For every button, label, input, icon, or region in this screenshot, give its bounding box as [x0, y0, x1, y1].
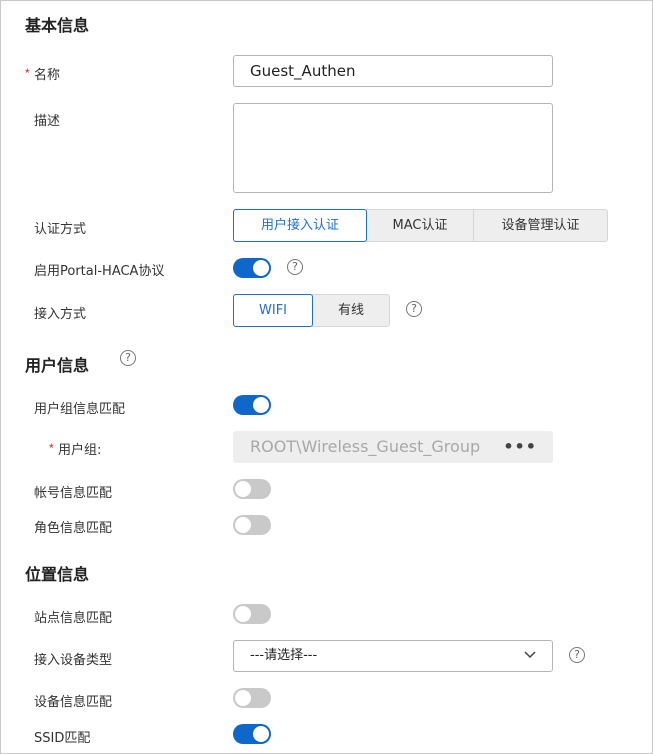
section-title-user: 用户信息	[25, 356, 90, 375]
device-type-select[interactable]: ---请选择---	[233, 640, 553, 672]
auth-option-mac[interactable]: MAC认证	[366, 209, 474, 242]
section-title-location: 位置信息	[25, 565, 90, 584]
device-type-label: 接入设备类型	[34, 653, 113, 668]
portal-haca-toggle[interactable]	[233, 258, 271, 278]
ssid-match-label: SSID匹配	[34, 731, 91, 746]
question-circle-icon[interactable]: ?	[406, 301, 422, 317]
device-type-value: ---请选择---	[250, 648, 318, 663]
required-marker: *	[25, 66, 30, 80]
description-textarea[interactable]	[233, 103, 553, 193]
ssid-match-toggle[interactable]	[233, 724, 271, 744]
group-match-label: 用户组信息匹配	[34, 402, 126, 417]
user-group-label: 用户组:	[58, 443, 102, 458]
group-match-toggle[interactable]	[233, 395, 271, 415]
device-match-label: 设备信息匹配	[34, 695, 113, 710]
account-match-label: 帐号信息匹配	[34, 486, 113, 501]
device-match-toggle[interactable]	[233, 688, 271, 708]
access-method-segmented: WIFI 有线	[233, 294, 390, 327]
account-match-toggle[interactable]	[233, 479, 271, 499]
description-label: 描述	[34, 114, 61, 129]
name-input[interactable]: Guest_Authen	[233, 55, 553, 87]
auth-method-label: 认证方式	[34, 222, 87, 237]
auth-option-device-mgmt[interactable]: 设备管理认证	[473, 209, 608, 242]
auth-option-user-access[interactable]: 用户接入认证	[233, 209, 367, 242]
access-method-label: 接入方式	[34, 307, 87, 322]
form-panel: 基本信息 * 名称 Guest_Authen 描述 认证方式 用户接入认证 MA…	[0, 0, 653, 754]
access-option-wifi[interactable]: WIFI	[233, 294, 313, 327]
name-label: 名称	[34, 68, 61, 83]
user-group-value: ROOT\Wireless_Guest_Group	[250, 437, 481, 456]
access-option-wired[interactable]: 有线	[312, 294, 390, 327]
chevron-down-icon	[524, 651, 536, 659]
site-match-label: 站点信息匹配	[34, 611, 113, 626]
question-circle-icon[interactable]: ?	[120, 350, 136, 366]
question-circle-icon[interactable]: ?	[287, 259, 303, 275]
auth-method-segmented: 用户接入认证 MAC认证 设备管理认证	[233, 209, 608, 242]
question-circle-icon[interactable]: ?	[569, 647, 585, 663]
user-group-field: ROOT\Wireless_Guest_Group •••	[233, 431, 553, 463]
role-match-label: 角色信息匹配	[34, 521, 113, 536]
site-match-toggle[interactable]	[233, 604, 271, 624]
ellipsis-icon[interactable]: •••	[503, 431, 537, 463]
required-marker: *	[49, 441, 54, 455]
section-title-basic: 基本信息	[25, 16, 90, 35]
role-match-toggle[interactable]	[233, 515, 271, 535]
portal-haca-label: 启用Portal-HACA协议	[34, 264, 165, 279]
